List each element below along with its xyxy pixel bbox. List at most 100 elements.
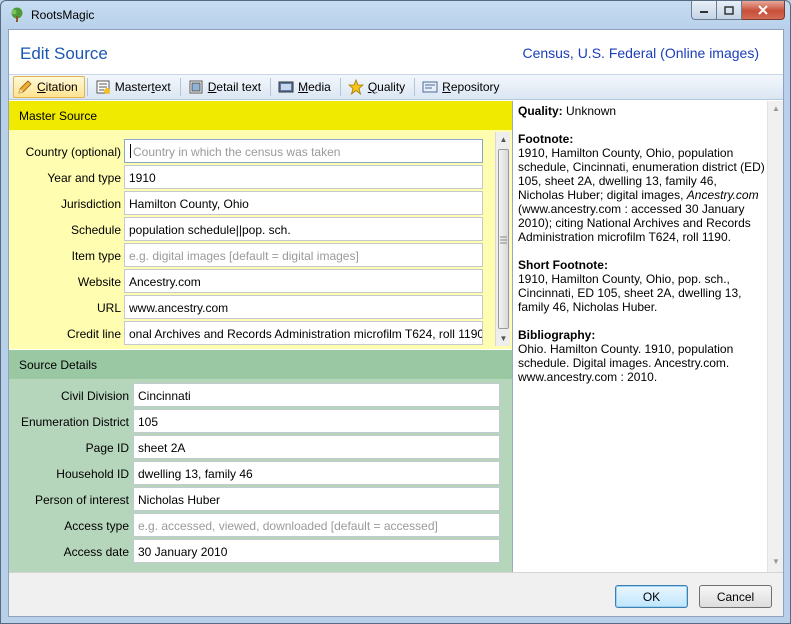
tree-app-icon bbox=[11, 7, 23, 22]
scroll-down-arrow-icon[interactable]: ▼ bbox=[499, 334, 508, 343]
tab-citation[interactable]: Citation bbox=[13, 76, 85, 98]
quality-label: Quality: bbox=[518, 104, 563, 118]
scroll-up-arrow-icon[interactable]: ▲ bbox=[499, 135, 508, 144]
source-details-panel: Source Details Civil Division Cincinnati… bbox=[9, 350, 512, 572]
tab-repository[interactable]: Repository bbox=[418, 76, 506, 98]
dialog-client-area: Edit Source Census, U.S. Federal (Online… bbox=[8, 29, 784, 617]
short-footnote-label: Short Footnote: bbox=[518, 258, 608, 272]
quality-block: Quality: Unknown bbox=[518, 104, 766, 118]
access-type-label: Access type bbox=[64, 519, 129, 533]
scroll-up-arrow-icon[interactable]: ▲ bbox=[772, 104, 780, 113]
access-date-row: Access date 30 January 2010 bbox=[9, 539, 509, 563]
item-type-row: Item type e.g. digital images [default =… bbox=[9, 243, 489, 267]
grip-icon bbox=[500, 236, 507, 244]
master-source-panel: Master Source Country (optional) Country… bbox=[9, 101, 512, 349]
master-source-header: Master Source bbox=[9, 101, 512, 130]
pencil-icon bbox=[18, 80, 32, 94]
scroll-down-arrow-icon[interactable]: ▼ bbox=[772, 557, 780, 566]
close-button[interactable] bbox=[742, 1, 785, 20]
url-input[interactable]: www.ancestry.com bbox=[124, 295, 483, 319]
master-source-scrollbar[interactable]: ▲ ▼ bbox=[495, 132, 510, 346]
household-id-label: Household ID bbox=[56, 467, 129, 481]
footnote-label: Footnote: bbox=[518, 132, 574, 146]
minimize-icon bbox=[700, 11, 708, 13]
ok-button[interactable]: OK bbox=[615, 585, 688, 608]
url-row: URL www.ancestry.com bbox=[9, 295, 489, 319]
page-id-input[interactable]: sheet 2A bbox=[133, 435, 500, 459]
schedule-row: Schedule population schedule||pop. sch. bbox=[9, 217, 489, 241]
credit-line-input[interactable]: onal Archives and Records Administration… bbox=[124, 321, 483, 345]
access-type-input[interactable]: e.g. accessed, viewed, downloaded [defau… bbox=[133, 513, 500, 537]
maximize-icon bbox=[724, 5, 734, 15]
credit-line-row: Credit line onal Archives and Records Ad… bbox=[9, 321, 489, 345]
website-input[interactable]: Ancestry.com bbox=[124, 269, 483, 293]
source-fields-pane: Master Source Country (optional) Country… bbox=[9, 101, 513, 572]
access-date-label: Access date bbox=[63, 545, 129, 559]
household-id-row: Household ID dwelling 13, family 46 bbox=[9, 461, 509, 485]
website-row: Website Ancestry.com bbox=[9, 269, 489, 293]
website-label: Website bbox=[77, 275, 121, 289]
item-type-label: Item type bbox=[71, 249, 121, 263]
citation-preview: Quality: Unknown Footnote: 1910, Hamilto… bbox=[518, 104, 766, 398]
cancel-button[interactable]: Cancel bbox=[699, 585, 772, 608]
close-icon bbox=[758, 5, 768, 15]
dialog-header: Edit Source Census, U.S. Federal (Online… bbox=[9, 30, 783, 74]
master-source-heading: Master Source bbox=[19, 109, 98, 123]
footnote-text: 1910, Hamilton County, Ohio, population … bbox=[518, 146, 765, 244]
detail-note-icon bbox=[189, 80, 203, 94]
scroll-thumb[interactable] bbox=[498, 149, 509, 329]
person-of-interest-row: Person of interest Nicholas Huber bbox=[9, 487, 509, 511]
star-icon bbox=[347, 79, 364, 95]
year-type-input[interactable]: 1910 bbox=[124, 165, 483, 189]
jurisdiction-row: Jurisdiction Hamilton County, Ohio bbox=[9, 191, 489, 215]
bibliography-label: Bibliography: bbox=[518, 328, 596, 342]
short-footnote-text: 1910, Hamilton County, Ohio, pop. sch., … bbox=[518, 272, 742, 314]
tab-detail-text[interactable]: Detail text bbox=[184, 76, 268, 98]
year-type-label: Year and type bbox=[47, 171, 121, 185]
credit-line-label: Credit line bbox=[66, 327, 121, 341]
civil-division-row: Civil Division Cincinnati bbox=[9, 383, 509, 407]
schedule-input[interactable]: population schedule||pop. sch. bbox=[124, 217, 483, 241]
source-type-label: Census, U.S. Federal (Online images) bbox=[522, 45, 759, 61]
civil-division-label: Civil Division bbox=[60, 389, 129, 403]
enumeration-district-input[interactable]: 105 bbox=[133, 409, 500, 433]
access-type-row: Access type e.g. accessed, viewed, downl… bbox=[9, 513, 509, 537]
bibliography-block: Bibliography: Ohio. Hamilton County. 191… bbox=[518, 328, 766, 384]
item-type-input[interactable]: e.g. digital images [default = digital i… bbox=[124, 243, 483, 267]
access-date-input[interactable]: 30 January 2010 bbox=[133, 539, 500, 563]
source-details-heading: Source Details bbox=[19, 358, 98, 372]
window-title: RootsMagic bbox=[31, 8, 95, 22]
schedule-label: Schedule bbox=[70, 223, 121, 237]
url-label: URL bbox=[96, 301, 121, 315]
jurisdiction-label: Jurisdiction bbox=[60, 197, 121, 211]
page-title: Edit Source bbox=[20, 44, 108, 63]
tab-quality[interactable]: Quality bbox=[344, 76, 412, 98]
quality-value: Unknown bbox=[566, 104, 617, 118]
citation-preview-pane: Quality: Unknown Footnote: 1910, Hamilto… bbox=[514, 101, 783, 572]
note-icon bbox=[96, 80, 110, 94]
maximize-button[interactable] bbox=[717, 1, 742, 20]
enumeration-district-label: Enumeration District bbox=[20, 415, 129, 429]
tab-master-text[interactable]: Master t ext bbox=[91, 76, 178, 98]
country-label: Country (optional) bbox=[25, 145, 121, 159]
title-bar[interactable]: RootsMagic bbox=[1, 1, 790, 29]
jurisdiction-input[interactable]: Hamilton County, Ohio bbox=[124, 191, 483, 215]
source-details-header: Source Details bbox=[9, 350, 512, 379]
person-of-interest-input[interactable]: Nicholas Huber bbox=[133, 487, 500, 511]
tab-bar: Citation Master t ext Detail text M edia… bbox=[9, 74, 783, 100]
tab-media[interactable]: Media bbox=[274, 76, 338, 98]
preview-scrollbar[interactable]: ▲ ▼ bbox=[767, 101, 783, 572]
civil-division-input[interactable]: Cincinnati bbox=[133, 383, 500, 407]
enumeration-district-row: Enumeration District 105 bbox=[9, 409, 509, 433]
dialog-window: RootsMagic Edit Source Census, U.S. Fede… bbox=[0, 0, 791, 624]
minimize-button[interactable] bbox=[691, 1, 717, 20]
media-icon bbox=[278, 81, 294, 93]
page-id-label: Page ID bbox=[85, 441, 129, 455]
repository-icon bbox=[422, 81, 438, 93]
person-of-interest-label: Person of interest bbox=[34, 493, 129, 507]
footnote-block: Footnote: 1910, Hamilton County, Ohio, p… bbox=[518, 132, 766, 244]
dialog-footer: OK Cancel bbox=[9, 572, 783, 616]
household-id-input[interactable]: dwelling 13, family 46 bbox=[133, 461, 500, 485]
short-footnote-block: Short Footnote: 1910, Hamilton County, O… bbox=[518, 258, 766, 314]
country-input[interactable]: Country in which the census was taken bbox=[124, 139, 483, 163]
